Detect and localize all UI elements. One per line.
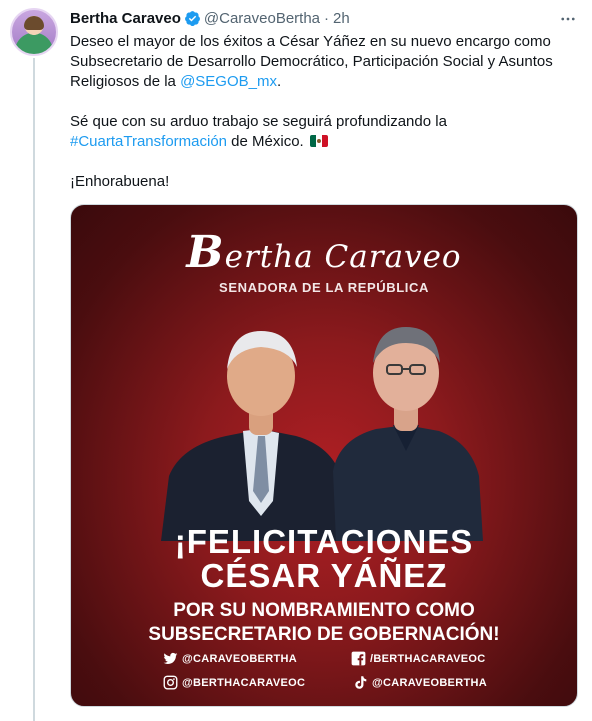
photo-two-men (161, 327, 483, 541)
tweet-text: Deseo el mayor de los éxitos a César Yáñ… (70, 32, 570, 192)
hashtag-link[interactable]: #CuartaTransformación (70, 133, 227, 150)
social-twitter-label: @CARAVEOBERTHA (182, 652, 297, 665)
headline-line-2: CÉSAR YÁÑEZ (200, 557, 448, 594)
headline-block: ¡FELICITACIONES CÉSAR YÁÑEZ POR SU NOMBR… (71, 525, 577, 647)
separator-dot: · (324, 9, 330, 27)
instagram-icon (163, 675, 178, 690)
social-twitter: @CARAVEOBERTHA (163, 651, 297, 666)
tweet[interactable]: Bertha Caraveo @CaraveoBertha · 2h Deseo… (0, 0, 592, 721)
tweet-time[interactable]: 2h (333, 10, 350, 27)
facebook-icon (351, 651, 366, 666)
tiktok-icon (355, 676, 367, 689)
thread-line (33, 58, 35, 721)
author-handle[interactable]: @CaraveoBertha (204, 10, 320, 27)
social-facebook: /BERTHACARAVEOC (351, 651, 486, 666)
mention-link[interactable]: @SEGOB_mx (180, 73, 277, 90)
headline-line-3: POR SU NOMBRAMIENTO COMO (173, 600, 475, 621)
tweet-paragraph-3: ¡Enhorabuena! (70, 173, 170, 190)
tweet-header: Bertha Caraveo @CaraveoBertha · 2h (70, 8, 350, 28)
social-facebook-label: /BERTHACARAVEOC (370, 652, 486, 665)
social-instagram-label: @BERTHACARAVEOC (182, 676, 306, 689)
headline-line-1: ¡FELICITACIONES (174, 523, 474, 560)
tweet-image[interactable]: Bertha Caraveo SENADORA DE LA REPÚBLICA … (70, 204, 578, 707)
social-handles: @CARAVEOBERTHA /BERTHACARAVEOC @BERTHACA… (71, 649, 577, 699)
brand-subtitle: SENADORA DE LA REPÚBLICA (219, 280, 429, 295)
author-name[interactable]: Bertha Caraveo (70, 10, 181, 27)
more-options-icon[interactable] (556, 8, 580, 30)
tweet-paragraph-1: Deseo el mayor de los éxitos a César Yáñ… (70, 33, 553, 90)
tweet-paragraph-2: Sé que con su arduo trabajo se seguirá p… (70, 113, 447, 150)
verified-badge-icon (184, 10, 200, 26)
social-tiktok: @CARAVEOBERTHA (353, 675, 487, 690)
brand-logo: Bertha Caraveo (186, 227, 462, 278)
twitter-icon (163, 652, 178, 664)
mexico-flag-icon (309, 135, 328, 147)
brand-block: Bertha Caraveo SENADORA DE LA REPÚBLICA (71, 227, 577, 295)
social-instagram: @BERTHACARAVEOC (163, 675, 305, 690)
social-tiktok-label: @CARAVEOBERTHA (372, 676, 487, 689)
avatar[interactable] (10, 8, 58, 56)
headline-line-4: SUBSECRETARIO DE GOBERNACIÓN! (148, 624, 500, 645)
